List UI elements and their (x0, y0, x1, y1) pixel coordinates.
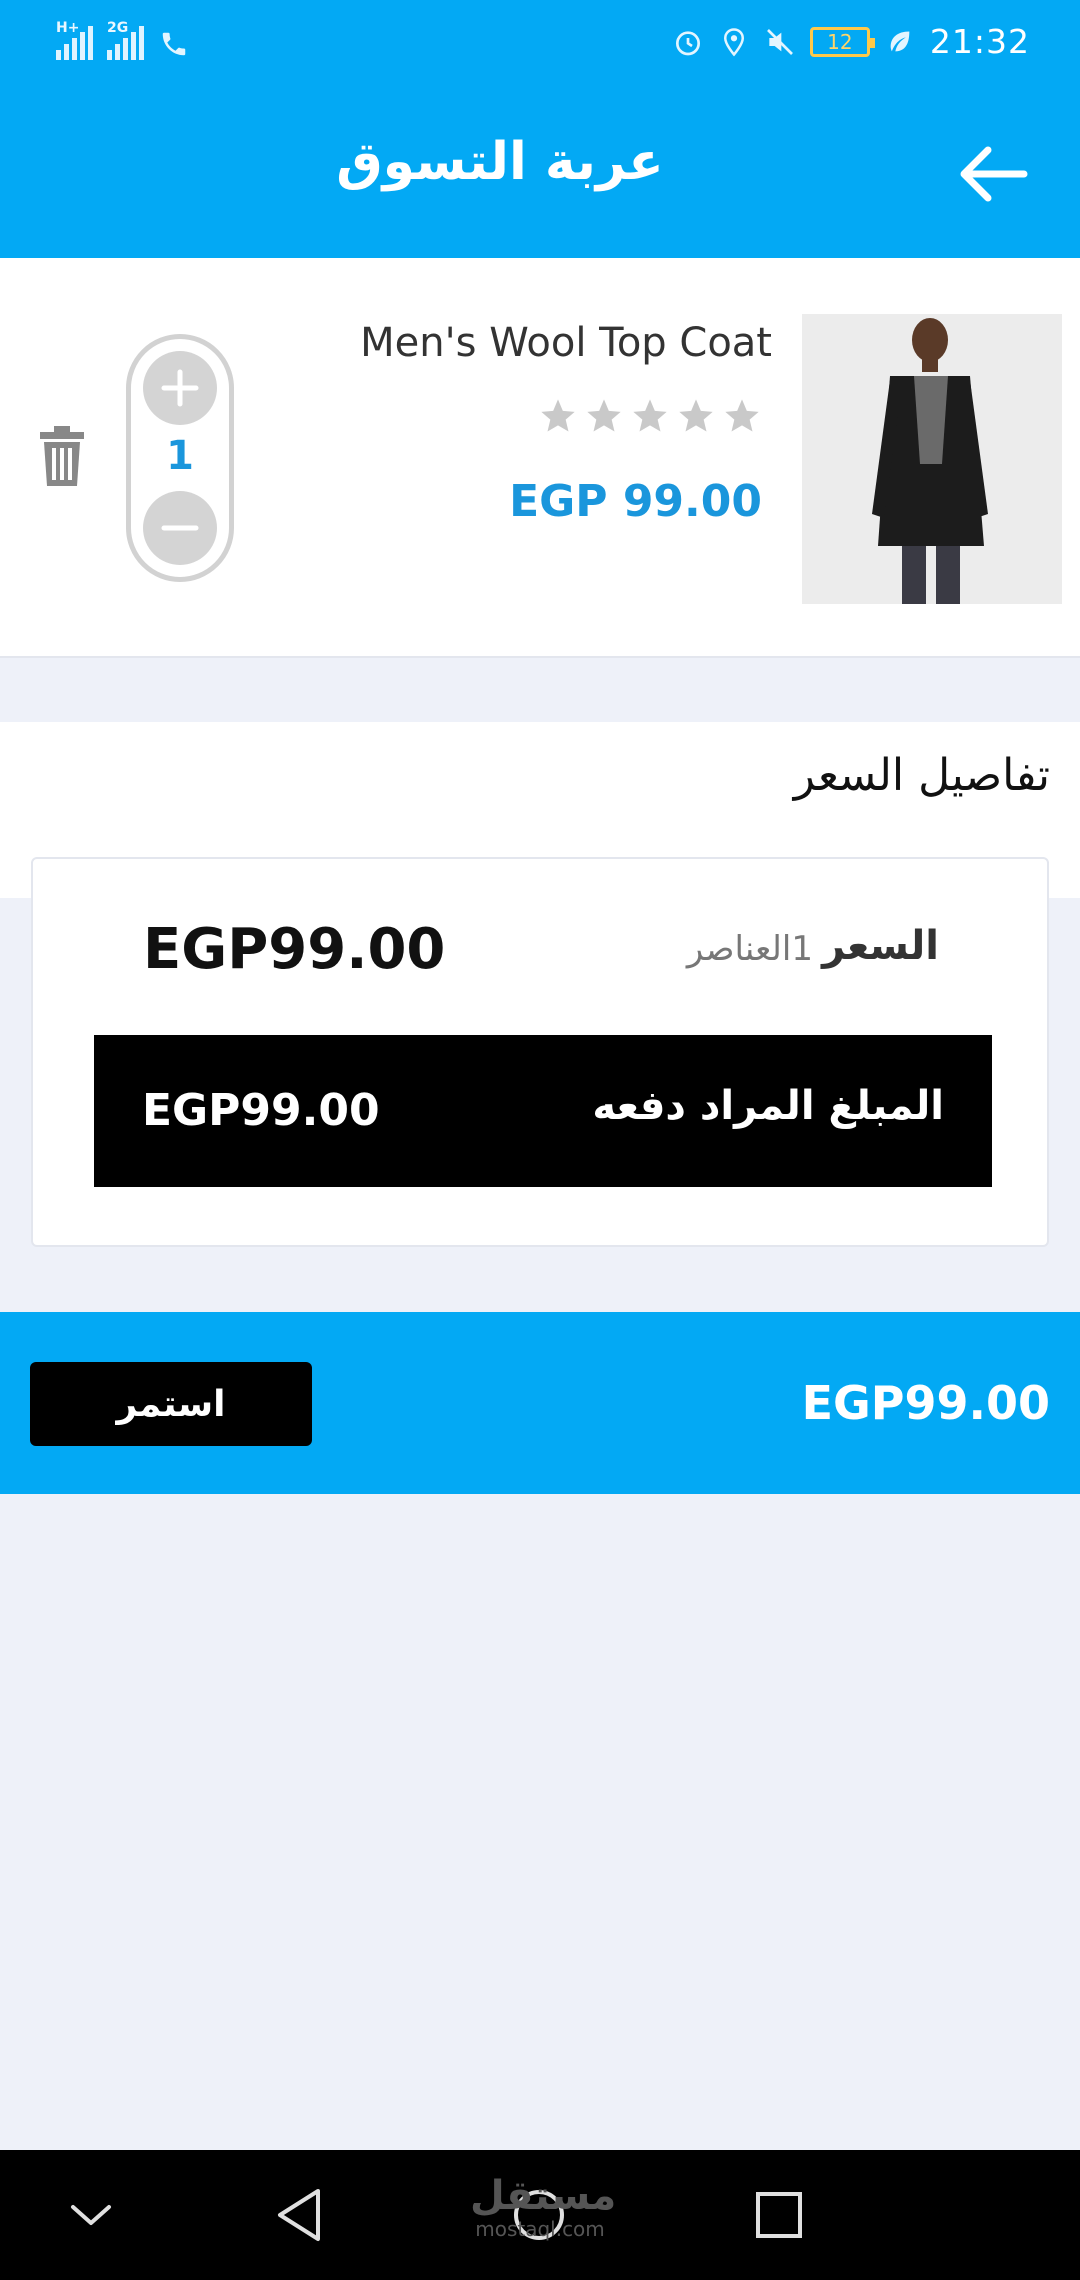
signal-strength-icon-2: 2G (107, 20, 144, 60)
total-value: EGP99.00 (142, 1085, 380, 1136)
app-bar: عربة التسوق (0, 90, 1080, 258)
watermark: مستقل mostaql.com (470, 2173, 617, 2241)
watermark-latin: mostaql.com (475, 2217, 605, 2241)
star-icon (541, 399, 575, 432)
back-button[interactable] (958, 142, 1030, 206)
network-type-label: H+ (56, 20, 80, 36)
total-row: المبلغ المراد دفعه EGP99.00 (94, 1035, 992, 1187)
cart-item-card: Men's Wool Top Coat EGP 99.00 1 (0, 258, 1080, 658)
call-icon (158, 28, 190, 60)
watermark-arabic: مستقل (470, 2173, 617, 2219)
rating-stars (538, 396, 762, 436)
location-icon (718, 26, 750, 58)
price-summary-card: السعر 1العناصر EGP99.00 المبلغ المراد دف… (31, 857, 1049, 1247)
clock: 21:32 (929, 22, 1030, 61)
chevron-down-icon (71, 2205, 111, 2225)
nav-recents-button[interactable] (746, 2182, 812, 2248)
total-label: المبلغ المراد دفعه (592, 1083, 944, 1129)
quantity-stepper: 1 (126, 334, 234, 582)
checkout-total: EGP99.00 (801, 1376, 1050, 1430)
battery-level: 12 (827, 29, 853, 54)
triangle-back-icon (278, 2189, 320, 2241)
star-icon (633, 399, 667, 432)
signal-strength-icon: H+ (56, 20, 93, 60)
checkout-bar: استمر EGP99.00 (0, 1312, 1080, 1494)
continue-button[interactable]: استمر (30, 1362, 312, 1446)
system-nav-bar: مستقل mostaql.com (0, 2150, 1080, 2280)
battery-icon: 12 (809, 26, 875, 57)
product-price: EGP 99.00 (509, 476, 762, 527)
price-details-heading: تفاصيل السعر (793, 750, 1050, 801)
status-right: 12 21:32 (672, 22, 1030, 61)
quantity-value: 1 (166, 433, 194, 479)
network-type-label-2: 2G (107, 20, 129, 36)
status-bar: H+ 2G 12 21:32 (0, 0, 1080, 90)
minus-icon (161, 525, 199, 531)
price-label: السعر (822, 923, 939, 969)
nav-back-button[interactable] (266, 2182, 332, 2248)
price-value: EGP99.00 (143, 917, 446, 982)
trash-icon (40, 426, 84, 486)
star-icon (587, 399, 621, 432)
arrow-left-icon (960, 146, 1028, 202)
square-recents-icon (756, 2192, 802, 2238)
alarm-icon (672, 26, 704, 58)
increase-quantity-button[interactable] (143, 351, 217, 425)
star-icon (725, 399, 759, 432)
star-icon (679, 399, 713, 432)
plus-icon (161, 369, 199, 407)
leaf-icon (884, 26, 916, 58)
product-name[interactable]: Men's Wool Top Coat (360, 320, 772, 366)
decrease-quantity-button[interactable] (143, 491, 217, 565)
delete-item-button[interactable] (38, 424, 86, 488)
product-image[interactable] (802, 314, 1062, 604)
status-left: H+ 2G (56, 20, 190, 60)
nav-collapse-button[interactable] (58, 2182, 124, 2248)
items-count: 1العناصر (686, 929, 813, 969)
page-title: عربة التسوق (336, 132, 664, 192)
mute-icon (764, 26, 796, 58)
